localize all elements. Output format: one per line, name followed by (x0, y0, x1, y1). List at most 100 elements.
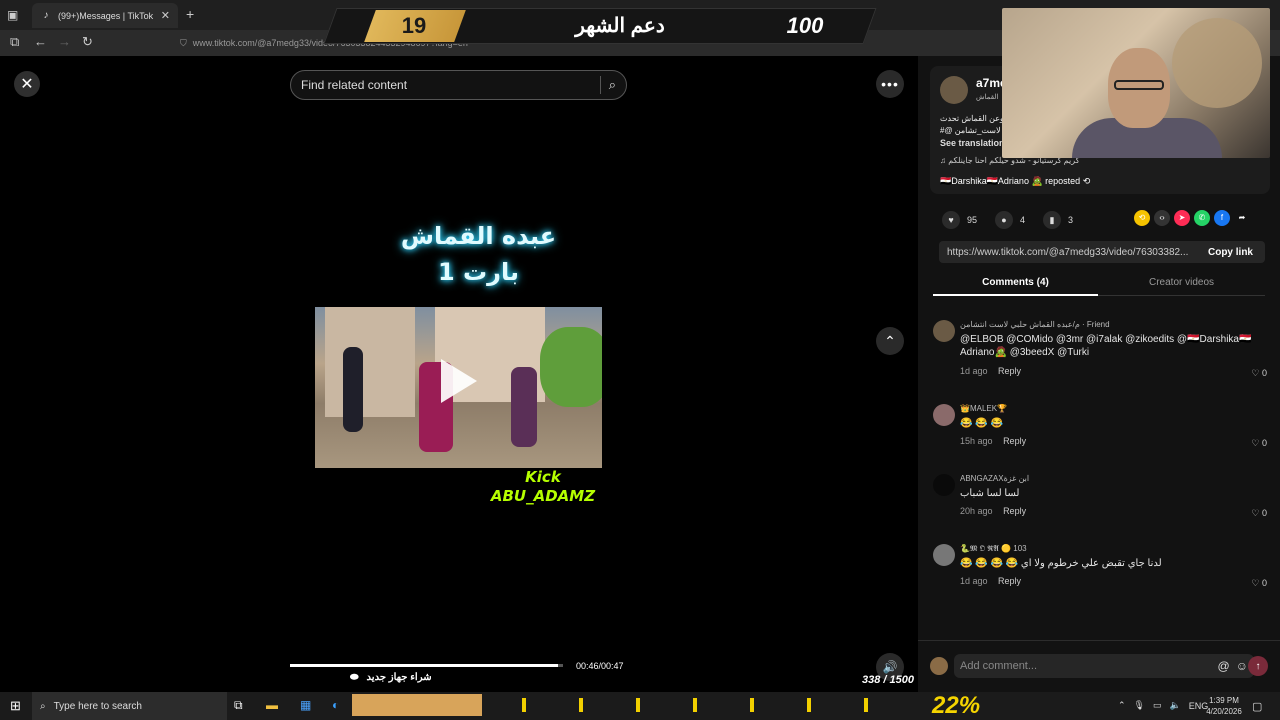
like-count: 95 (967, 215, 978, 225)
store-icon[interactable]: ▦ (300, 698, 311, 712)
comment-item: م/عبده القماش حلبي لاست انتشامن · Friend… (933, 320, 1267, 380)
microphone-icon[interactable]: 🎙 (1134, 700, 1145, 711)
windows-taskbar: ⊞ ⌕ Type here to search ⧉ ▬ ▦ ◐ 22% ⌃ 🎙 … (0, 692, 1280, 720)
repost-text: 🇪🇬Darshika🇪🇬Adriano 🧟 reposted (940, 176, 1081, 186)
kick-label: Kick (525, 468, 561, 486)
play-icon[interactable] (441, 359, 477, 403)
goal-counter: 338 / 1500 (862, 674, 914, 686)
windows-start-icon[interactable]: ⊞ (10, 698, 21, 714)
edge-icon[interactable]: ◐ (332, 698, 339, 712)
promo-overlay: ⬬ شراء جهاز جديد (350, 672, 432, 683)
comment-like[interactable]: ♡ 0 (1251, 508, 1267, 519)
reload-icon[interactable]: ↻ (82, 34, 93, 50)
copy-link-button[interactable]: Copy link (1196, 241, 1265, 263)
commenter-avatar[interactable] (933, 404, 955, 426)
description-line1: وعن القماش تحدث (940, 114, 1004, 123)
commenter-avatar[interactable] (933, 474, 955, 496)
post-comment-button[interactable]: ↑ (1248, 656, 1268, 676)
comment-like-count: 0 (1261, 438, 1267, 448)
share-arrow-icon[interactable]: ➦ (1234, 210, 1250, 226)
back-icon[interactable]: ← (34, 34, 47, 49)
comment-time: 1d ago (960, 366, 988, 376)
clip-person (343, 347, 363, 432)
whatsapp-icon[interactable]: ✆ (1194, 210, 1210, 226)
search-icon[interactable]: ⌕ (609, 77, 616, 93)
reply-button[interactable]: Reply (1003, 436, 1026, 446)
notifications-icon[interactable]: ▢ (1252, 700, 1262, 713)
share-buttons: ⟲ ‹› ➤ ✆ f ➦ (1134, 210, 1250, 226)
progress-bar[interactable] (290, 664, 563, 667)
clock-time: 1:39 PM (1209, 696, 1239, 705)
related-search: ⌕ (290, 70, 627, 100)
send-icon[interactable]: ➤ (1174, 210, 1190, 226)
commenter-name[interactable]: 🐍𝕸 𝕺 𝕽𝕬 🟡 103 (960, 544, 1027, 554)
close-player-button[interactable]: ✕ (14, 71, 40, 97)
mention-icon[interactable]: @ (1218, 659, 1230, 673)
related-search-input[interactable] (301, 78, 592, 92)
description-line2: #@ لاست_تشامن (940, 126, 1001, 135)
video-frame[interactable]: عبده القماش بارت 1 Kick ABU_ADAMZ (315, 100, 602, 692)
like-action[interactable]: ♥ 95 (942, 211, 977, 229)
commenter-name[interactable]: م/عبده القماش حلبي لاست انتشامن · Friend (960, 320, 1110, 329)
comment-like[interactable]: ♡ 0 (1251, 438, 1267, 449)
reply-button[interactable]: Reply (998, 576, 1021, 586)
screen: ▣ ♪ (99+)Messages | TikTok ✕ + ⧉ ← → ↻ ⛉… (0, 0, 1280, 720)
more-options-button[interactable]: ••• (876, 70, 904, 98)
see-translation-link[interactable]: See translation (940, 138, 1005, 148)
chevron-up-icon[interactable]: ⌃ (1118, 700, 1126, 711)
site-info-icon[interactable]: ⛉ (180, 38, 187, 49)
save-action[interactable]: ▮ 3 (1043, 211, 1073, 229)
comment-like[interactable]: ♡ 0 (1251, 368, 1267, 379)
file-explorer-icon[interactable]: ▬ (266, 698, 278, 712)
comment-text: لسا لسا شباب (960, 488, 1020, 499)
overlay-tick (693, 698, 697, 712)
task-view-icon[interactable]: ⧉ (234, 698, 243, 713)
action-bar: ♥ 95 ● 4 ▮ 3 (942, 211, 1073, 229)
commenter-avatar[interactable] (933, 320, 955, 342)
tab-actions-icon[interactable]: ▣ (7, 8, 18, 22)
previous-video-button[interactable]: ⌃ (876, 327, 904, 355)
volume-icon[interactable]: 🔈 (1170, 700, 1181, 711)
tab-creator-videos[interactable]: Creator videos (1098, 277, 1265, 288)
playback-time: 00:46/00:47 (576, 661, 624, 671)
close-tab-icon[interactable]: ✕ (161, 9, 170, 22)
repost-share-icon[interactable]: ⟲ (1134, 210, 1150, 226)
heart-outline-icon: ♡ (1251, 438, 1260, 448)
share-link-text[interactable]: https://www.tiktok.com/@a7medg33/video/7… (947, 247, 1188, 258)
comment-meta: 20h ago Reply (960, 506, 1026, 516)
comment-item: 👑MALEK🏆 😂 😂 😂 15h ago Reply ♡ 0 (933, 404, 1267, 448)
wall-decoration (1172, 18, 1262, 108)
emoji-icon[interactable]: ☺ (1236, 659, 1248, 673)
clip-person (511, 367, 537, 447)
commenter-avatar[interactable] (933, 544, 955, 566)
overlay-tick (522, 698, 526, 712)
video-caption: عبده القماش بارت 1 (315, 218, 602, 290)
add-comment-input[interactable] (960, 660, 1212, 672)
tab-comments[interactable]: Comments (4) (933, 277, 1098, 296)
browser-tab[interactable]: ♪ (99+)Messages | TikTok ✕ (32, 3, 178, 28)
reply-button[interactable]: Reply (1003, 506, 1026, 516)
facebook-icon[interactable]: f (1214, 210, 1230, 226)
reply-button[interactable]: Reply (998, 366, 1021, 376)
banner-right-number: 100 (786, 13, 824, 38)
workspaces-icon[interactable]: ⧉ (10, 34, 19, 50)
new-tab-icon[interactable]: + (186, 6, 194, 22)
search-icon: ⌕ (40, 700, 46, 712)
progress-fill (290, 664, 558, 667)
taskbar-search[interactable]: ⌕ Type here to search (32, 692, 227, 720)
comment-action[interactable]: ● 4 (995, 211, 1025, 229)
comment-like[interactable]: ♡ 0 (1251, 578, 1267, 589)
heart-icon: ♥ (942, 211, 960, 229)
commenter-name[interactable]: 👑MALEK🏆 (960, 404, 1007, 413)
video-caption-line1: عبده القماش (400, 222, 557, 250)
overlay-tick (750, 698, 754, 712)
streamer-glasses (1114, 80, 1164, 90)
network-icon[interactable]: ▭ (1153, 700, 1162, 711)
comment-icon: ● (995, 211, 1014, 229)
author-avatar[interactable] (940, 76, 968, 104)
embed-icon[interactable]: ‹› (1154, 210, 1170, 226)
comment-tabs: Comments (4) Creator videos (933, 274, 1265, 296)
taskbar-clock[interactable]: 1:39 PM 4/20/2026 (1204, 695, 1244, 717)
forward-icon[interactable]: → (58, 34, 71, 49)
commenter-name[interactable]: ABNGAZAXابن غزة (960, 474, 1029, 483)
